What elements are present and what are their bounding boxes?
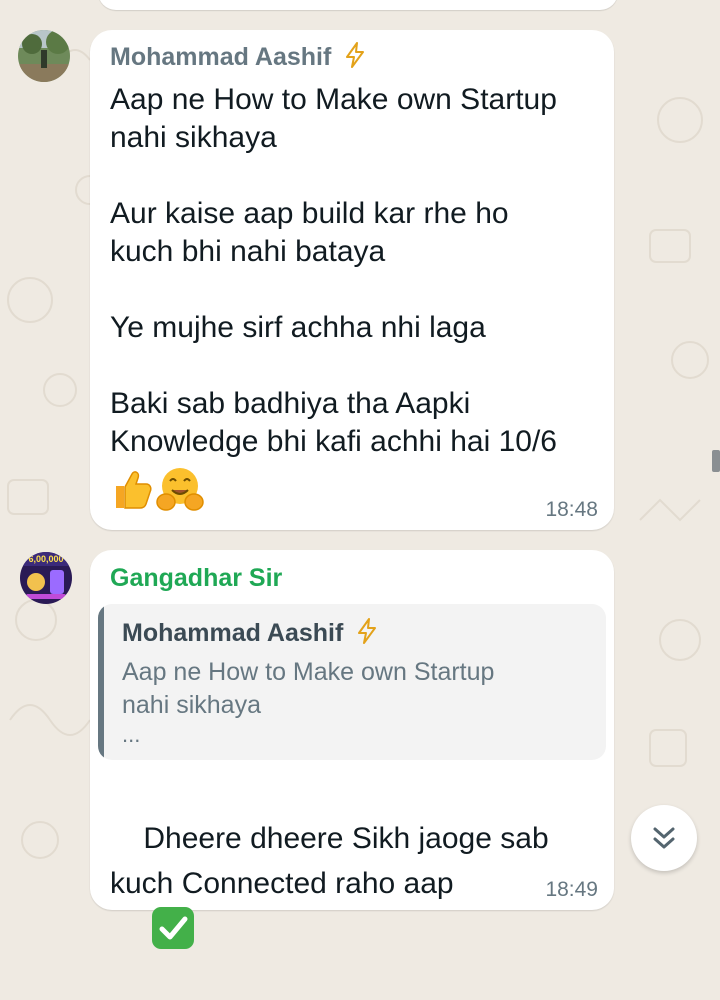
scrollbar-thumb[interactable] [712, 450, 720, 472]
quoted-message[interactable]: Mohammad Aashif Aap ne How to Make own S… [98, 604, 606, 760]
avatar-text: 6,00,000 [28, 554, 63, 564]
quoted-text-more: ... [122, 722, 141, 747]
scroll-to-bottom-button[interactable] [631, 805, 697, 871]
quoted-sender-name: Mohammad Aashif [122, 619, 344, 647]
previous-message-bubble [98, 0, 618, 10]
message-text-content: Dheere dheere Sikh jaoge sab kuch Connec… [110, 822, 549, 900]
message-timestamp: 18:48 [545, 498, 598, 521]
thumbs-up-icon [116, 471, 152, 509]
hugging-face-icon [156, 468, 204, 511]
avatar-mohammad-aashif[interactable] [18, 30, 70, 82]
lightning-bolt-icon [358, 618, 377, 644]
avatar-gangadhar-sir[interactable]: 6,00,000 [20, 552, 72, 604]
message-sender[interactable]: Mohammad Aashif [110, 42, 366, 72]
avatar-photo-icon [18, 30, 70, 82]
double-chevron-down-icon [653, 827, 675, 849]
message-text: Aap ne How to Make own Startup nahi sikh… [110, 83, 557, 458]
message-text: Dheere dheere Sikh jaoge sab kuch Connec… [110, 771, 596, 1000]
avatar-promo-icon: 6,00,000 [20, 552, 72, 604]
quoted-text: Aap ne How to Make own Startup nahi sikh… [122, 658, 495, 719]
quote-accent-bar [98, 604, 104, 760]
quoted-sender: Mohammad Aashif [122, 618, 378, 648]
message-timestamp: 18:49 [545, 878, 598, 901]
message-bubble[interactable]: Gangadhar Sir Mohammad Aashif Aap ne How… [90, 550, 614, 949]
sender-name[interactable]: Mohammad Aashif [110, 43, 331, 71]
lightning-bolt-icon [346, 42, 365, 68]
message-sender[interactable]: Gangadhar Sir [110, 564, 282, 593]
check-mark-button-icon [152, 907, 195, 949]
message-bubble[interactable]: Mohammad Aashif Aap ne How to Make own S… [90, 30, 614, 530]
